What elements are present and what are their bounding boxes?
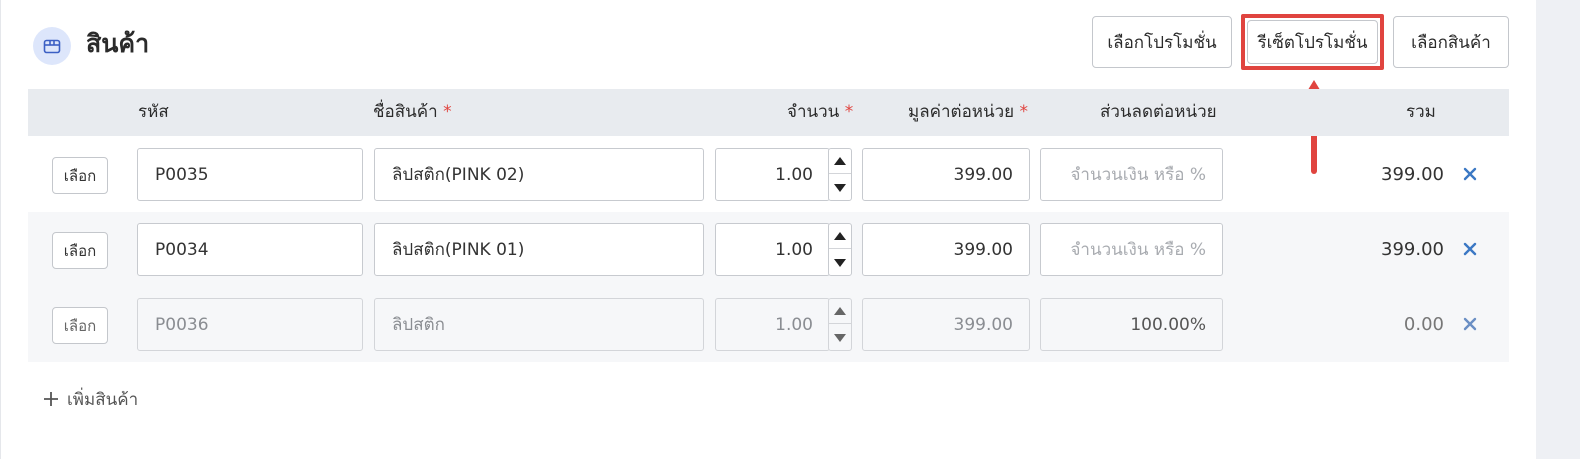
discount-input: 100.00% [1040,298,1223,351]
select-product-button[interactable]: เลือกสินค้า [1393,16,1509,68]
add-product-label: เพิ่มสินค้า [67,389,139,410]
delete-icon[interactable] [1460,238,1480,260]
add-product-link[interactable]: เพิ่มสินค้า [43,384,138,414]
row-select-button[interactable]: เลือก [52,232,108,269]
product-name-input[interactable]: ลิปสติก(PINK 01) [374,223,704,276]
required-mark: * [844,102,854,122]
row-total: 399.00 [1381,239,1444,260]
plus-icon [44,392,58,406]
product-section: สินค้า เลือกโปรโมชั่น รีเซ็ตโปรโมชั่น เล… [0,0,1580,459]
table-row: เลือก P0035 ลิปสติก(PINK 02) 1.00 399.00… [28,137,1509,212]
stepper-down-icon[interactable] [829,250,851,275]
delete-icon[interactable] [1460,313,1480,335]
quantity-stepper [828,223,852,276]
product-code-input: P0036 [137,298,363,351]
right-gutter [1536,0,1580,459]
row-select-button[interactable]: เลือก [52,157,108,194]
section-title: สินค้า [86,29,150,58]
column-header-unit-price: มูลค่าต่อหน่วย * [908,102,1029,122]
discount-input[interactable]: จำนวนเงิน หรือ % [1040,148,1223,201]
discount-input[interactable]: จำนวนเงิน หรือ % [1040,223,1223,276]
quantity-input[interactable]: 1.00 [715,148,830,201]
required-mark: * [1019,102,1029,122]
product-code-input[interactable]: P0034 [137,223,363,276]
product-name-input: ลิปสติก [374,298,704,351]
stepper-up-icon [829,299,851,324]
stepper-down-icon [829,325,851,350]
table-header: รหัส ชื่อสินค้า * จำนวน * มูลค่าต่อหน่วย… [28,89,1509,136]
quantity-input: 1.00 [715,298,830,351]
quantity-input[interactable]: 1.00 [715,223,830,276]
column-header-discount: ส่วนลดต่อหน่วย [1100,102,1217,122]
product-code-input[interactable]: P0035 [137,148,363,201]
stepper-up-icon[interactable] [829,224,851,249]
column-header-code: รหัส [138,102,169,122]
column-header-name: ชื่อสินค้า * [373,102,452,122]
stepper-up-icon[interactable] [829,149,851,174]
stepper-down-icon[interactable] [829,175,851,200]
column-header-quantity: จำนวน * [787,102,854,122]
column-header-total: รวม [1406,102,1436,122]
unit-price-input[interactable]: 399.00 [862,148,1030,201]
product-name-input[interactable]: ลิปสติก(PINK 02) [374,148,704,201]
box-icon [33,27,71,65]
table-row: เลือก P0036 ลิปสติก 1.00 399.00 100.00% … [28,287,1509,362]
quantity-stepper [828,298,852,351]
select-promotion-button[interactable]: เลือกโปรโมชั่น [1092,16,1232,68]
left-border [0,0,1,459]
table-row: เลือก P0034 ลิปสติก(PINK 01) 1.00 399.00… [28,212,1509,287]
row-total: 399.00 [1381,164,1444,185]
row-select-button[interactable]: เลือก [52,307,108,344]
unit-price-input: 399.00 [862,298,1030,351]
row-total: 0.00 [1403,314,1444,335]
required-mark: * [443,102,452,122]
reset-promotion-button[interactable]: รีเซ็ตโปรโมชั่น [1247,20,1378,64]
unit-price-input[interactable]: 399.00 [862,223,1030,276]
delete-icon[interactable] [1460,163,1480,185]
quantity-stepper [828,148,852,201]
